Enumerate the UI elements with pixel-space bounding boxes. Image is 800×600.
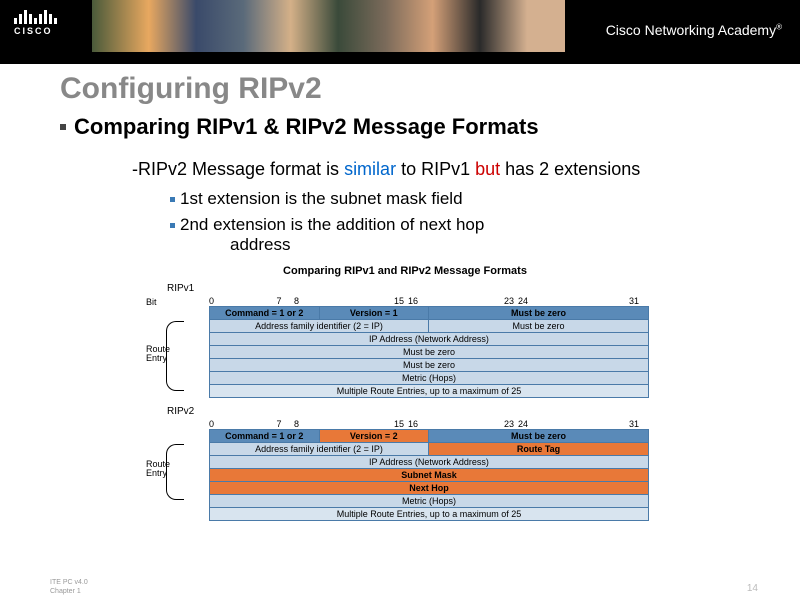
table-row: IP Address (Network Address) <box>210 456 648 469</box>
route-entry-label: RouteEntry <box>146 460 170 480</box>
table-footer: Multiple Route Entries, up to a maximum … <box>210 508 648 520</box>
table-row: Address family identifier (2 = IP) Route… <box>210 443 648 456</box>
table-row: Command = 1 or 2 Version = 1 Must be zer… <box>210 307 648 320</box>
body-text: -RIPv2 Message format is similar to RIPv… <box>132 158 750 181</box>
slide-content: Configuring RIPv2 Comparing RIPv1 & RIPv… <box>0 64 800 521</box>
slide-subtitle: Comparing RIPv1 & RIPv2 Message Formats <box>60 114 750 140</box>
table-row: Must be zero <box>210 346 648 359</box>
bit-ruler: 0 7 8 15 16 23 24 31 <box>209 296 665 306</box>
top-banner: CISCO Cisco Networking Academy® <box>0 0 800 64</box>
ripv1-table: Bit RouteEntry Command = 1 or 2 Version … <box>209 306 649 398</box>
table-row: Subnet Mask <box>210 469 648 482</box>
bullet-item: 1st extension is the subnet mask field <box>170 189 750 209</box>
diagram-title: Comparing RIPv1 and RIPv2 Message Format… <box>145 265 665 277</box>
table-row: Next Hop <box>210 482 648 495</box>
cisco-logo-bars <box>14 10 57 24</box>
table-row: Command = 1 or 2 Version = 2 Must be zer… <box>210 430 648 443</box>
ripv1-block: RIPv1 0 7 8 15 16 23 24 31 Bit RouteEntr… <box>145 283 665 398</box>
ripv1-label: RIPv1 <box>167 283 665 294</box>
blue-word: similar <box>344 159 396 179</box>
academy-text: Cisco Networking Academy® <box>606 22 782 38</box>
bullet-item: 2nd extension is the addition of next ho… <box>170 215 750 255</box>
banner-photo-strip <box>92 0 565 52</box>
bullet-list: 1st extension is the subnet mask field 2… <box>170 189 750 255</box>
route-entry-label: RouteEntry <box>146 345 170 365</box>
slide-title: Configuring RIPv2 <box>60 72 750 106</box>
table-row: Metric (Hops) <box>210 372 648 385</box>
ripv2-table: RouteEntry Command = 1 or 2 Version = 2 … <box>209 429 649 521</box>
table-row: Must be zero <box>210 359 648 372</box>
diagram: Comparing RIPv1 and RIPv2 Message Format… <box>145 265 665 521</box>
cisco-wordmark: CISCO <box>14 26 57 36</box>
table-row: Metric (Hops) <box>210 495 648 508</box>
cisco-logo: CISCO <box>14 10 57 36</box>
footer-left: ITE PC v4.0 Chapter 1 <box>50 579 88 596</box>
table-row: IP Address (Network Address) <box>210 333 648 346</box>
table-footer: Multiple Route Entries, up to a maximum … <box>210 385 648 397</box>
table-row: Address family identifier (2 = IP) Must … <box>210 320 648 333</box>
bit-label: Bit <box>146 297 157 307</box>
page-number: 14 <box>747 583 758 594</box>
ripv2-block: RIPv2 0 7 8 15 16 23 24 31 RouteEntry Co… <box>145 406 665 521</box>
red-word: but <box>475 159 500 179</box>
ripv2-label: RIPv2 <box>167 406 665 417</box>
bit-ruler: 0 7 8 15 16 23 24 31 <box>209 419 665 429</box>
